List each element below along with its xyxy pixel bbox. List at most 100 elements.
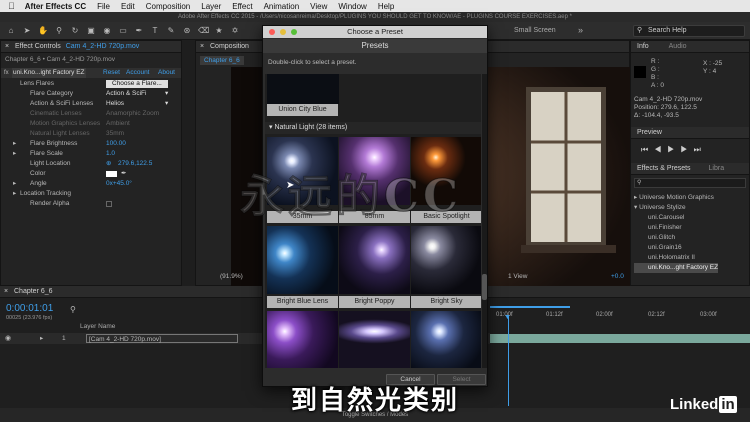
layer-name-column[interactable]: Layer Name [80,323,115,330]
reset-link[interactable]: Reset [103,68,120,78]
comp-exposure[interactable]: +0.0 [611,273,624,280]
close-icon[interactable]: × [4,286,8,298]
expand-arrow-icon[interactable]: ▸ [13,179,16,189]
preset-thumbnail[interactable] [411,226,481,294]
layer-name[interactable]: [Cam 4_2-HD 720p.mov] [86,334,238,343]
first-frame-icon[interactable]: ⏮ [641,145,654,154]
workspace-more-icon[interactable]: » [578,25,583,35]
type-tool-icon[interactable]: T [150,26,160,36]
effects-search-input[interactable]: ⚲ [634,178,746,188]
effect-name[interactable]: uni.Kno...ight Factory EZ [12,68,86,78]
tree-group[interactable]: ▾ Universe Stylize [634,203,718,213]
pan-behind-tool-icon[interactable]: ◉ [102,26,112,36]
crosshair-icon[interactable]: ⊕ [106,159,111,169]
apple-icon[interactable]:  [8,1,15,11]
effect-controls-tab[interactable]: × Effect Controls Cam 4_2-HD 720p.mov [1,41,181,53]
close-icon[interactable]: × [200,41,204,53]
search-help-field[interactable]: ⚲ Search Help [633,25,745,37]
tree-item[interactable]: uni.Finisher [634,223,718,233]
workspace-small-screen[interactable]: Small Screen [514,27,556,34]
scrollbar-thumb[interactable] [482,274,487,300]
tree-item-selected[interactable]: uni.Kno...ght Factory EZ [634,263,719,273]
expand-arrow-icon[interactable]: ▸ [13,189,16,199]
next-frame-icon[interactable]: ▶ [680,145,693,154]
effects-presets-tab[interactable]: Effects & Presets Libra [631,163,749,175]
tree-item[interactable]: uni.Grain16 [634,243,718,253]
tree-item[interactable]: uni.Carousel [634,213,718,223]
clone-tool-icon[interactable]: ⊛ [182,26,192,36]
rotate-tool-icon[interactable]: ↻ [70,26,80,36]
menu-layer[interactable]: Layer [201,2,221,11]
light-location-value[interactable]: 279.6,122.5 [118,159,152,169]
close-icon[interactable]: × [5,41,9,53]
fx-icon[interactable]: fx [4,68,9,78]
zoom-window-icon[interactable] [291,29,297,35]
menu-composition[interactable]: Composition [146,2,190,11]
eye-icon[interactable]: ◉ [5,333,11,344]
pen-tool-icon[interactable]: ✒ [134,26,144,36]
preview-tab[interactable]: Preview [631,127,749,139]
preset-label[interactable]: Bright Blue Lens [267,296,338,308]
flare-scale-value[interactable]: 1.0 [106,149,115,159]
preset-thumbnail[interactable] [267,226,338,294]
menu-file[interactable]: File [97,2,110,11]
prev-frame-icon[interactable]: ◀ [654,145,667,154]
selection-tool-icon[interactable]: ➤ [22,26,32,36]
preset-thumbnail[interactable] [339,226,410,294]
tree-item[interactable]: uni.Glitch [634,233,718,243]
preset-scrollbar[interactable] [482,74,487,368]
minimize-window-icon[interactable] [280,29,286,35]
account-link[interactable]: Account [126,68,150,78]
menu-edit[interactable]: Edit [121,2,135,11]
preset-label[interactable]: Bright Poppy [339,296,410,308]
menu-animation[interactable]: Animation [264,2,300,11]
brush-tool-icon[interactable]: ✎ [166,26,176,36]
hand-tool-icon[interactable]: ✋ [38,26,48,36]
category-header[interactable]: ▾ Natural Light (28 items) [265,122,481,134]
roto-tool-icon[interactable]: ★ [214,26,224,36]
flare-category-dropdown[interactable]: Action & SciFi [106,89,146,99]
info-tab[interactable]: Info Audio [631,41,749,53]
preset-thumbnail[interactable] [339,311,410,368]
puppet-tool-icon[interactable]: ✡ [230,26,240,36]
expand-arrow-icon[interactable]: ▸ [13,139,16,149]
render-alpha-checkbox[interactable] [106,201,112,207]
disclosure-arrow-icon[interactable]: ▾ [269,124,273,131]
preset-thumbnail[interactable] [267,74,339,104]
choose-flare-button[interactable]: Choose a Flare... [106,80,168,88]
close-window-icon[interactable] [269,29,275,35]
menu-app-name[interactable]: After Effects CC [25,2,86,11]
eyedropper-icon[interactable]: ✒ [121,169,126,179]
preset-label[interactable]: Union City Blue [267,104,338,116]
comp-view-layout[interactable]: 1 View [508,273,527,280]
last-frame-icon[interactable]: ⏭ [694,145,707,154]
action-scifi-lenses-dropdown[interactable]: Helios [106,99,124,109]
comp-subtab[interactable]: Chapter 6_6 [200,56,244,65]
expand-arrow-icon[interactable]: ▸ [13,149,16,159]
home-icon[interactable]: ⌂ [6,26,16,36]
audio-tab-label[interactable]: Audio [669,43,687,50]
menu-view[interactable]: View [310,2,327,11]
work-area-bar[interactable] [490,306,570,308]
camera-tool-icon[interactable]: ▣ [86,26,96,36]
layer-duration-bar[interactable] [490,334,750,343]
search-icon[interactable]: ⚲ [70,305,76,314]
time-ruler[interactable]: 01:00f 01:12f 02:00f 02:12f 03:00f [490,308,750,318]
angle-value[interactable]: 0x+45.0° [106,179,132,189]
playhead-handle-icon[interactable]: ▼ [504,314,511,321]
libraries-tab-label[interactable]: Libra [709,165,725,172]
comp-zoom-level[interactable]: (91.9%) [220,273,243,280]
timecode[interactable]: 0:00:01:01 [6,303,53,314]
expand-arrow-icon[interactable]: ▸ [40,333,43,344]
menu-effect[interactable]: Effect [232,2,252,11]
preset-label[interactable]: Bright Sky [411,296,481,308]
zoom-tool-icon[interactable]: ⚲ [54,26,64,36]
flare-brightness-value[interactable]: 100.00 [106,139,126,149]
rectangle-tool-icon[interactable]: ▭ [118,26,128,36]
tree-item[interactable]: uni.Holomatrix II [634,253,718,263]
preset-thumbnail[interactable] [411,311,481,368]
eraser-tool-icon[interactable]: ⌫ [198,26,209,36]
menu-window[interactable]: Window [338,2,366,11]
play-icon[interactable]: ▶ [667,145,680,154]
preset-thumbnail[interactable] [267,311,338,368]
